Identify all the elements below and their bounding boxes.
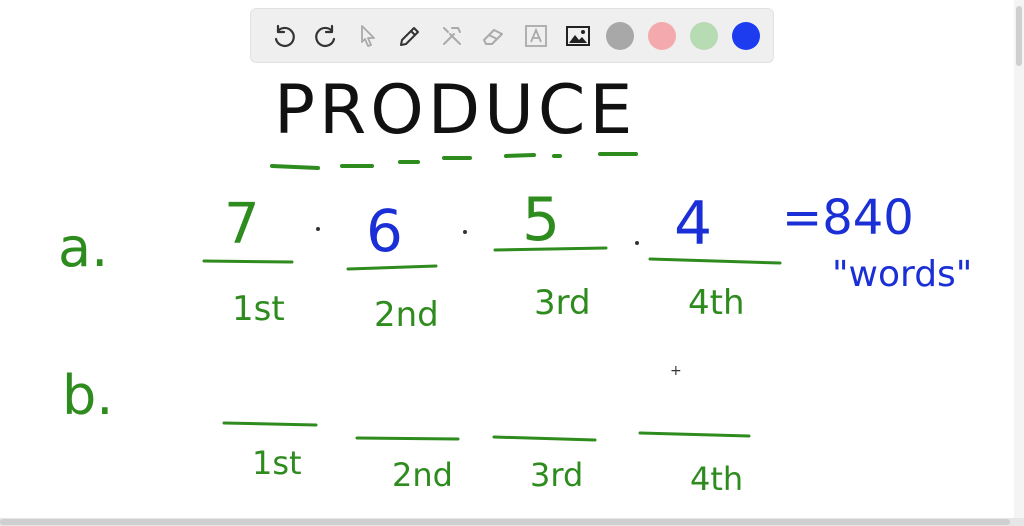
text-box-icon [525, 24, 547, 47]
part-a-label: a. [58, 216, 108, 279]
drawing-toolbar [250, 8, 774, 63]
undo-button[interactable] [263, 15, 305, 57]
result-note: "words" [832, 254, 972, 295]
eraser-button[interactable] [473, 15, 515, 57]
whiteboard-canvas[interactable]: PRODUCE a. 7 6 5 4 1st 2nd 3rd 4th =840 … [0, 0, 1024, 526]
eraser-icon [483, 28, 503, 45]
select-pointer-icon [361, 24, 375, 47]
tools-button[interactable] [431, 15, 473, 57]
b-slot-label-1: 1st [252, 444, 302, 482]
undo-icon [274, 24, 295, 47]
factor-4: 4 [674, 189, 712, 259]
pen-icon [400, 26, 419, 46]
part-b-label: b. [62, 364, 113, 427]
part-b-slot-lines [222, 421, 751, 442]
a-slot-label-2: 2nd [374, 295, 439, 335]
select-tool-button[interactable] [347, 15, 389, 57]
color-swatch [648, 21, 676, 50]
horizontal-scrollbar[interactable] [0, 518, 1024, 526]
color-swatch [690, 21, 718, 50]
color-green-button[interactable] [683, 15, 725, 57]
a-slot-label-3: 3rd [534, 283, 591, 323]
horizontal-scroll-thumb[interactable] [0, 519, 1010, 525]
color-swatch [732, 21, 760, 50]
color-gray-button[interactable] [599, 15, 641, 57]
result-text: =840 [782, 190, 914, 246]
title-text: PRODUCE [274, 71, 636, 150]
image-icon [566, 25, 590, 46]
factor-1: 7 [224, 192, 260, 257]
redo-icon [315, 24, 336, 47]
b-slot-label-3: 3rd [530, 456, 583, 494]
color-pink-button[interactable] [641, 15, 683, 57]
vertical-scrollbar[interactable] [1014, 0, 1024, 526]
vertical-scroll-thumb[interactable] [1016, 6, 1022, 66]
title-underline-dashes [270, 152, 638, 170]
b-slot-label-4: 4th [690, 460, 743, 498]
redo-button[interactable] [305, 15, 347, 57]
color-blue-button[interactable] [725, 15, 767, 57]
multiplication-dots [316, 227, 639, 245]
cursor-crosshair-icon: + [670, 363, 682, 379]
tools-icon [443, 26, 461, 45]
text-tool-button[interactable] [515, 15, 557, 57]
b-slot-label-2: 2nd [392, 456, 453, 494]
pen-tool-button[interactable] [389, 15, 431, 57]
insert-image-button[interactable] [557, 15, 599, 57]
a-slot-label-4: 4th [688, 283, 745, 323]
color-swatch [606, 21, 634, 50]
factor-3: 5 [522, 185, 560, 255]
factor-2: 6 [366, 197, 403, 265]
a-slot-label-1: 1st [232, 289, 285, 329]
